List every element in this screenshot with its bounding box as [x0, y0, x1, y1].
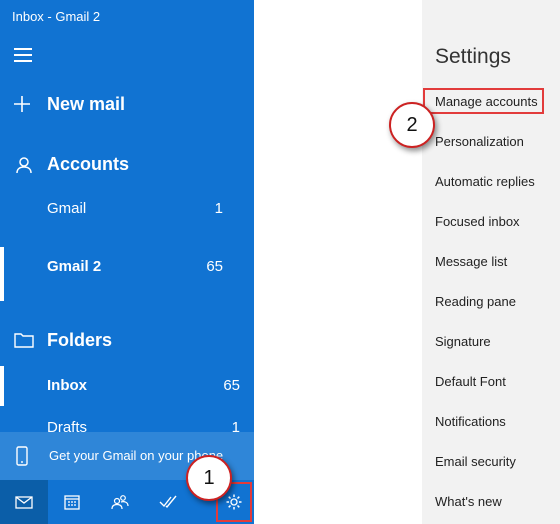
- new-mail-label: New mail: [47, 94, 126, 114]
- settings-item-whats-new[interactable]: What's new: [435, 494, 502, 509]
- settings-item-notifications[interactable]: Notifications: [435, 414, 506, 429]
- plus-icon: [14, 96, 30, 112]
- manage-accounts-highlight: [423, 88, 544, 114]
- step-callout-1: 1: [186, 455, 232, 501]
- window-title: Inbox - Gmail 2: [12, 9, 101, 24]
- todo-nav-button[interactable]: [144, 480, 192, 524]
- settings-item-email-security[interactable]: Email security: [435, 454, 516, 469]
- person-icon: [16, 157, 32, 174]
- settings-item-personalization[interactable]: Personalization: [435, 134, 524, 149]
- account-unread-count: 1: [214, 200, 223, 217]
- account-name: Gmail: [47, 200, 87, 217]
- selected-indicator: [0, 247, 4, 301]
- phone-icon: [16, 446, 28, 466]
- settings-item-reading-pane[interactable]: Reading pane: [435, 294, 516, 309]
- folder-unread-count: 65: [223, 377, 240, 394]
- settings-pane: Settings Manage accounts Personalization…: [422, 0, 560, 524]
- settings-item-default-font[interactable]: Default Font: [435, 374, 506, 389]
- settings-item-automatic-replies[interactable]: Automatic replies: [435, 174, 535, 189]
- settings-title: Settings: [435, 45, 511, 68]
- people-icon: [111, 495, 129, 510]
- account-unread-count: 65: [206, 258, 223, 275]
- todo-icon: [159, 495, 177, 509]
- settings-item-message-list[interactable]: Message list: [435, 254, 507, 269]
- sidebar: Inbox - Gmail 2 New mail Accounts Gmail …: [0, 0, 254, 524]
- step-callout-2: 2: [389, 102, 435, 148]
- settings-item-signature[interactable]: Signature: [435, 334, 491, 349]
- calendar-icon: [64, 495, 80, 510]
- mail-nav-button[interactable]: [0, 480, 48, 524]
- hamburger-menu-icon[interactable]: [14, 48, 32, 62]
- mail-icon: [15, 495, 33, 509]
- settings-icon: [226, 494, 242, 510]
- people-nav-button[interactable]: [96, 480, 144, 524]
- settings-item-focused-inbox[interactable]: Focused inbox: [435, 214, 520, 229]
- accounts-label: Accounts: [47, 154, 130, 174]
- folder-icon: [14, 333, 34, 348]
- selected-indicator: [0, 366, 4, 406]
- calendar-nav-button[interactable]: [48, 480, 96, 524]
- account-name: Gmail 2: [47, 258, 102, 275]
- folders-label: Folders: [47, 330, 113, 350]
- folder-name: Inbox: [47, 377, 87, 394]
